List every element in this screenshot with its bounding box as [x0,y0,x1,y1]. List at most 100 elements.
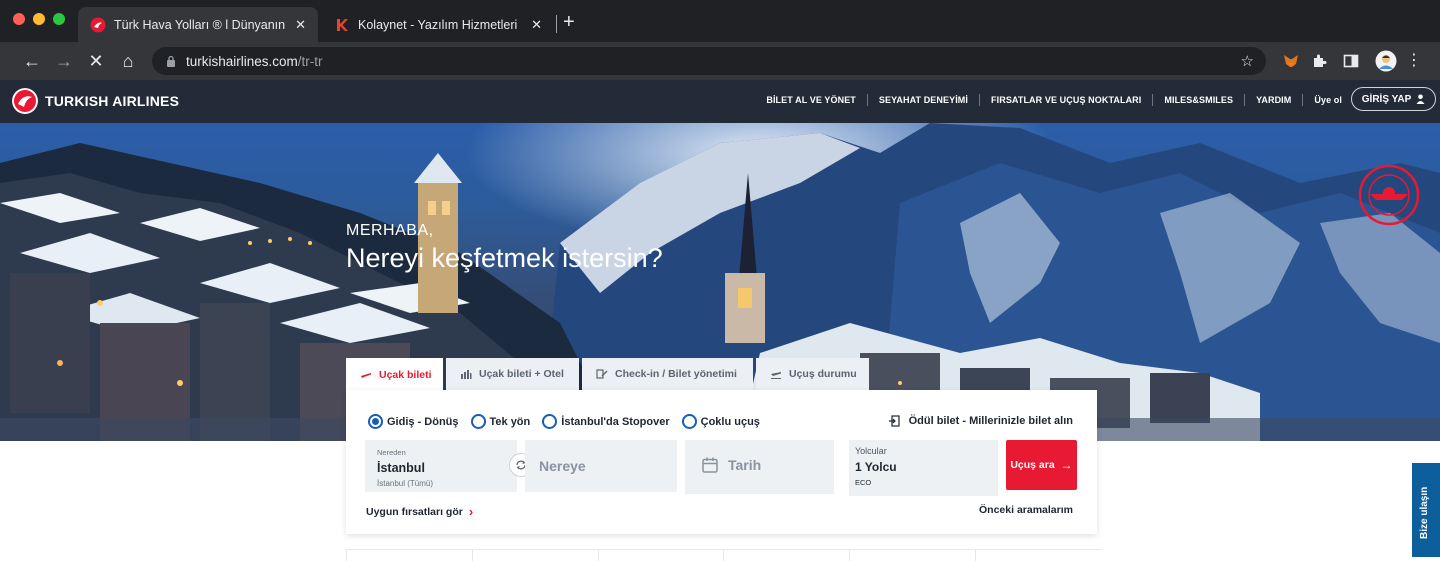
home-icon[interactable]: ⌂ [117,50,139,72]
tab-flight-ticket[interactable]: Uçak bileti [346,358,443,392]
kolaynet-favicon [337,18,348,31]
login-label: GİRİŞ YAP [1361,93,1412,105]
tab-label: Uçuş durumu [789,368,857,380]
booking-panel: Gidiş - Dönüş Tek yön İstanbul'da Stopov… [346,390,1097,534]
brand-name: TURKISH AIRLINES [45,93,180,109]
calendar-icon [702,457,718,473]
arrow-right-icon: → [1060,458,1073,472]
promo-card[interactable] [597,549,724,561]
nav-divider [1244,94,1246,106]
award-ticket-label: Ödül bilet - Millerinizle bilet alın [908,415,1073,427]
radio-selected-icon [368,414,383,429]
radio-label: İstanbul'da Stopover [561,415,670,428]
date-field[interactable]: Tarih [685,440,834,494]
nav-divider [1152,94,1154,106]
nav-item-help[interactable]: YARDIM [1256,95,1291,105]
site-header: TURKISH AIRLINES BİLET AL VE YÖNET SEYAH… [0,80,1440,123]
search-flights-label: Uçuş ara [1010,459,1055,471]
promo-card[interactable] [723,549,850,561]
passengers-value: 1 Yolcu [855,460,897,474]
flight-status-icon [771,372,781,379]
trip-type-selector: Gidiş - Dönüş Tek yön İstanbul'da Stopov… [368,414,772,429]
contact-us-tab[interactable]: Bize ulaşın [1412,463,1440,557]
turkish-airlines-logo[interactable]: TURKISH AIRLINES [12,88,179,114]
chevron-right-icon: › [468,504,474,519]
deals-label: Uygun fırsatları gör [366,505,463,518]
trip-type-one-way[interactable]: Tek yön [470,414,530,429]
trip-type-multi-city[interactable]: Çoklu uçuş [681,414,760,429]
window-close-button[interactable] [13,13,25,25]
login-button[interactable]: GİRİŞ YAP [1351,87,1436,111]
hotel-icon [461,370,472,379]
award-ticket-link[interactable]: Ödül bilet - Millerinizle bilet alın [888,415,1073,427]
tab-label: Uçak bileti + Otel [479,368,564,380]
metamask-extension-icon[interactable] [1282,52,1300,70]
passengers-field[interactable]: Yolcular 1 Yolcu ECO [849,440,998,496]
destination-placeholder: Nereye [539,458,586,474]
promo-card[interactable] [975,549,1101,561]
window-zoom-button[interactable] [53,13,65,25]
url-domain: turkishairlines.com [186,53,298,69]
tab-checkin-manage[interactable]: Check-in / Bilet yönetimi [582,358,753,390]
destination-field[interactable]: Nereye [525,440,677,492]
forward-arrow-icon[interactable]: → [53,50,75,72]
promo-cards-strip [346,549,1101,561]
contact-us-label: Bize ulaşın [1419,486,1430,539]
trip-type-stopover[interactable]: İstanbul'da Stopover [542,414,670,429]
browser-tab-active[interactable]: Türk Hava Yolları ® l Dünyanın E ✕ [78,7,318,42]
promo-card[interactable] [849,549,976,561]
lock-icon [167,55,175,67]
nav-item-miles-smiles[interactable]: MILES&SMILES [1164,95,1233,105]
origin-subtext: İstanbul (Tümü) [377,479,434,488]
extensions-puzzle-icon[interactable] [1311,52,1329,70]
new-tab-button[interactable]: + [563,12,575,32]
deals-link[interactable]: Uygun fırsatları gör › [366,504,473,519]
main-navigation: BİLET AL VE YÖNET SEYAHAT DENEYİMİ FIRSA… [766,94,1342,106]
browser-tab-inactive[interactable]: Kolaynet - Yazılım Hizmetleri ✕ [322,7,554,42]
promo-card[interactable] [471,549,598,561]
user-icon [1416,94,1425,104]
side-panel-icon[interactable] [1342,52,1360,70]
trip-type-round-trip[interactable]: Gidiş - Dönüş [368,414,459,429]
nav-item-buy-manage[interactable]: BİLET AL VE YÖNET [766,95,856,105]
back-arrow-icon[interactable]: ← [21,50,43,72]
radio-unselected-icon [681,414,697,429]
nav-item-sign-up[interactable]: Üye ol [1314,95,1342,105]
recent-searches-link[interactable]: Önceki aramalarım [979,504,1073,516]
date-placeholder: Tarih [728,457,762,473]
nav-item-deals-destinations[interactable]: FIRSATLAR VE UÇUŞ NOKTALARI [991,95,1141,105]
turkish-airlines-favicon [90,17,106,32]
browser-menu-icon[interactable]: ⋮ [1403,50,1425,72]
origin-label: Nereden [377,448,406,457]
browser-toolbar: ← → ✕ ⌂ turkishairlines.com/tr-tr ☆ ⋮ [0,42,1440,80]
origin-field[interactable]: Nereden İstanbul İstanbul (Tümü) [365,440,517,492]
heritage-stamp-icon [1358,164,1420,226]
tab-title: Türk Hava Yolları ® l Dünyanın E [114,17,288,32]
tab-close-icon[interactable]: ✕ [531,17,542,33]
profile-avatar[interactable] [1375,50,1397,72]
url-path: /tr-tr [297,53,323,69]
cabin-class: ECO [855,478,872,487]
tab-close-icon[interactable]: ✕ [295,17,306,33]
checkin-icon [596,369,608,379]
tab-title: Kolaynet - Yazılım Hizmetleri [358,17,518,32]
enter-arrow-icon [888,415,900,427]
browser-tabstrip: Türk Hava Yolları ® l Dünyanın E ✕ Kolay… [0,0,1440,42]
bookmark-star-icon[interactable]: ☆ [1241,52,1254,70]
radio-label: Gidiş - Dönüş [387,415,459,428]
hero-greeting: MERHABA, [346,222,434,239]
search-flights-button[interactable]: Uçuş ara → [1006,440,1077,490]
address-bar[interactable]: turkishairlines.com/tr-tr ☆ [152,47,1266,75]
promo-card[interactable] [346,549,472,561]
plane-icon [361,373,371,378]
origin-value: İstanbul [377,461,425,475]
nav-divider [1302,94,1304,106]
stop-loading-icon[interactable]: ✕ [85,50,107,72]
nav-item-experience[interactable]: SEYAHAT DENEYİMİ [879,95,968,105]
radio-label: Çoklu uçuş [700,415,760,428]
tab-flight-hotel[interactable]: Uçak bileti + Otel [446,358,579,390]
tab-flight-status[interactable]: Uçuş durumu [756,358,869,390]
nav-divider [979,94,981,106]
radio-unselected-icon [542,414,558,429]
window-minimize-button[interactable] [33,13,45,25]
